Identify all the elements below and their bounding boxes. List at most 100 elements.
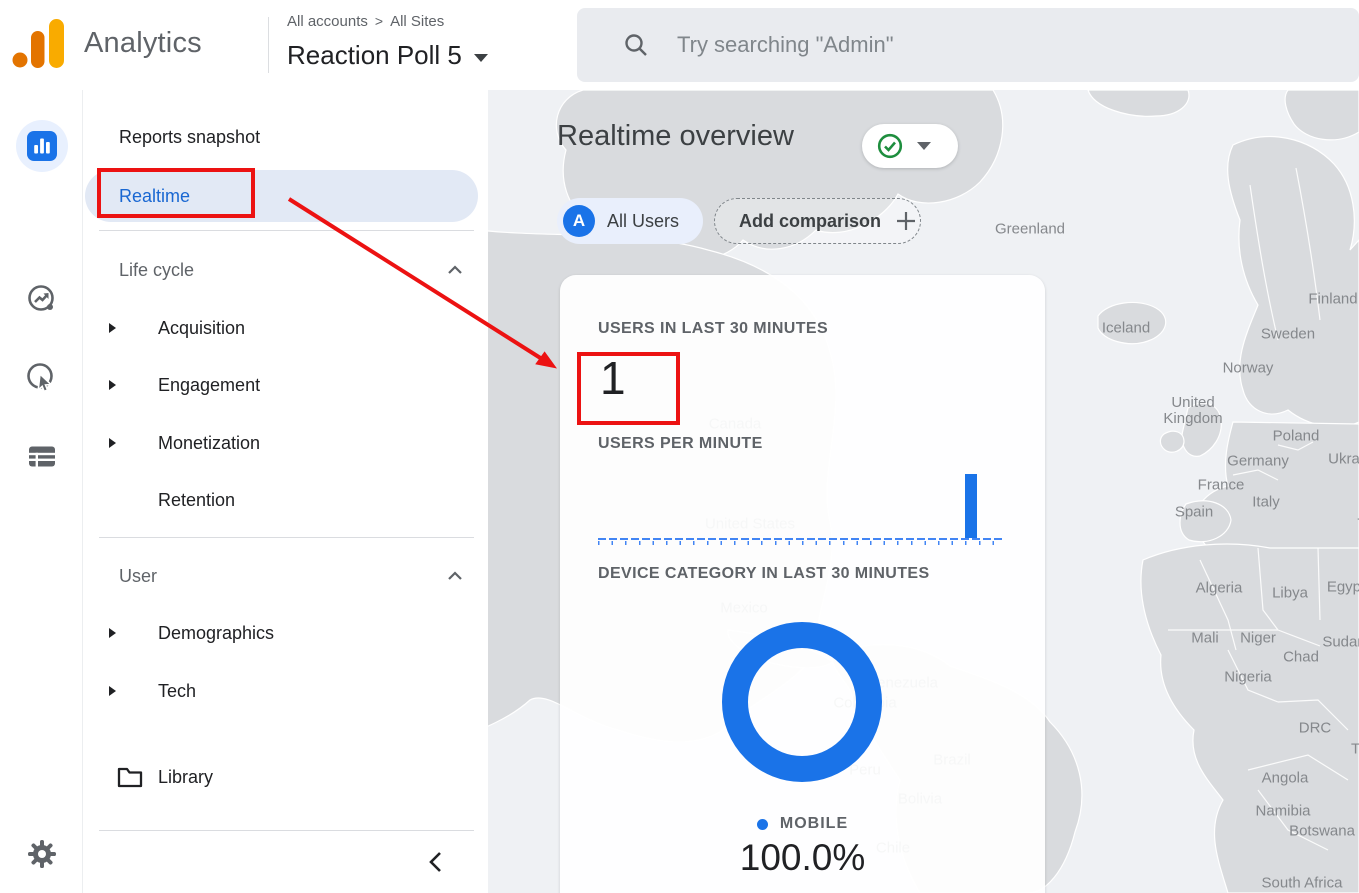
product-name: Analytics — [84, 27, 202, 59]
legend-label: MOBILE — [779, 815, 849, 832]
map-country-label: Niger — [1240, 629, 1276, 647]
map-country-label: Sudan — [1322, 633, 1359, 651]
chart-baseline — [598, 538, 1005, 540]
breadcrumb-chevron-icon: > — [374, 13, 384, 29]
status-ok-icon — [877, 133, 903, 159]
map-country-label: Namibia — [1255, 802, 1311, 820]
breadcrumb-account[interactable]: All accounts — [287, 13, 368, 30]
search-bar[interactable] — [577, 8, 1359, 82]
device-category-label: DEVICE CATEGORY IN LAST 30 MINUTES — [598, 565, 930, 582]
sidenav-item-library[interactable]: Library — [83, 757, 488, 797]
property-name: Reaction Poll 5 — [287, 40, 462, 70]
sidenav-item-realtime[interactable]: Realtime — [85, 170, 478, 222]
main-content: Greenland Iceland Finland Sweden Norway Unite… — [488, 90, 1359, 893]
sidenav-item-tech[interactable]: Tech — [83, 671, 488, 711]
reports-icon — [26, 131, 57, 161]
audience-avatar: A — [563, 205, 595, 237]
chevron-left-icon — [429, 852, 441, 872]
users-per-minute-label: USERS PER MINUTE — [598, 435, 763, 452]
chevron-up-icon — [448, 571, 462, 580]
rail-item-explore[interactable] — [0, 283, 83, 315]
realtime-status-dropdown[interactable] — [862, 124, 958, 168]
selected-indicator — [15, 120, 68, 172]
navigation-rail — [0, 90, 83, 893]
map-country-label: Spain — [1174, 503, 1214, 521]
breadcrumb-site[interactable]: All Sites — [390, 13, 444, 30]
map-country-label: DRC — [1298, 719, 1332, 737]
map-country-label: United Kingdom — [1163, 394, 1223, 427]
sidenav-item-retention[interactable]: Retention — [83, 480, 488, 520]
property-selector[interactable]: Reaction Poll 5 — [287, 40, 488, 71]
sidenav-section-user[interactable]: User — [83, 556, 488, 596]
expand-arrow-icon — [109, 323, 116, 333]
map-country-label: Tanzania — [1350, 740, 1359, 758]
top-app-bar: Analytics All accounts > All Sites Reactio… — [0, 0, 1359, 90]
map-country-label: Italy — [1252, 493, 1280, 511]
sidenav-item-engagement[interactable]: Engagement — [83, 365, 488, 405]
map-country-label: Botswana — [1289, 822, 1355, 840]
rail-item-configure[interactable] — [0, 441, 83, 471]
users-per-minute-chart — [598, 474, 1005, 545]
map-country-label: Sweden — [1260, 325, 1316, 343]
dropdown-caret-icon — [917, 142, 931, 150]
plus-icon — [897, 212, 916, 230]
map-country-label: Finland — [1308, 290, 1358, 308]
rail-item-advertising[interactable] — [0, 361, 83, 395]
sidenav-item-acquisition[interactable]: Acquisition — [83, 308, 488, 348]
expand-arrow-icon — [109, 380, 116, 390]
rail-item-reports[interactable] — [0, 120, 83, 172]
rail-item-admin[interactable] — [0, 838, 83, 870]
users-last-30min-label: USERS IN LAST 30 MINUTES — [598, 320, 829, 337]
breadcrumb[interactable]: All accounts > All Sites — [287, 13, 444, 30]
sidenav-item-demographics[interactable]: Demographics — [83, 613, 488, 653]
sidenav-section-life-cycle[interactable]: Life cycle — [83, 250, 488, 290]
map-country-label: Egypt — [1326, 578, 1359, 596]
map-country-label: Germany — [1227, 452, 1289, 470]
collapse-sidenav-button[interactable] — [427, 851, 443, 878]
map-country-label: Greenland — [994, 220, 1066, 238]
configure-icon — [28, 446, 55, 467]
map-country-label: Libya — [1272, 584, 1308, 602]
map-country-label: Ukraine — [1328, 450, 1359, 468]
realtime-overview-card: USERS IN LAST 30 MINUTES 1 USERS PER MIN… — [560, 275, 1045, 893]
map-country-label: Norway — [1222, 359, 1274, 377]
google-analytics-logo-icon — [12, 19, 64, 68]
users-per-minute-bar — [965, 474, 978, 538]
expand-arrow-icon — [109, 628, 116, 638]
legend-dot-icon — [756, 818, 768, 830]
divider — [99, 230, 474, 231]
device-category-donut-chart — [722, 622, 882, 782]
map-country-label: Algeria — [1195, 579, 1243, 597]
search-icon — [625, 34, 647, 56]
reports-sidenav: Reports snapshot Realtime Life cycle Acq… — [83, 90, 488, 893]
dropdown-caret-icon — [473, 53, 488, 62]
map-country-label: South Africa — [1261, 874, 1343, 892]
map-country-label: Iceland — [1101, 319, 1151, 337]
gear-icon — [27, 840, 56, 868]
sidenav-item-reports-snapshot[interactable]: Reports snapshot — [83, 117, 488, 157]
expand-arrow-icon — [109, 686, 116, 696]
divider — [99, 830, 474, 831]
device-percentage-value: 100.0% — [739, 837, 866, 878]
donut-legend: MOBILE — [560, 815, 1045, 833]
advertising-icon — [26, 363, 53, 393]
map-country-label: Poland — [1272, 427, 1320, 445]
add-comparison-chip[interactable]: Add comparison — [714, 198, 921, 244]
search-input[interactable] — [677, 8, 1237, 82]
all-users-chip[interactable]: A All Users — [557, 198, 703, 244]
folder-icon — [117, 767, 143, 788]
page-title: Realtime overview — [557, 120, 794, 152]
map-country-label: Angola — [1261, 769, 1309, 787]
explore-icon — [27, 285, 54, 311]
sidenav-item-monetization[interactable]: Monetization — [83, 423, 488, 463]
divider — [268, 17, 269, 73]
expand-arrow-icon — [109, 438, 116, 448]
chart-ticks — [598, 541, 1005, 545]
divider — [99, 537, 474, 538]
map-country-label: Mali — [1191, 629, 1219, 647]
chevron-up-icon — [448, 265, 462, 274]
map-country-label: Chad — [1283, 648, 1319, 666]
map-country-label: Nigeria — [1224, 668, 1272, 686]
users-last-30min-value: 1 — [600, 352, 626, 404]
map-country-label: France — [1197, 476, 1245, 494]
